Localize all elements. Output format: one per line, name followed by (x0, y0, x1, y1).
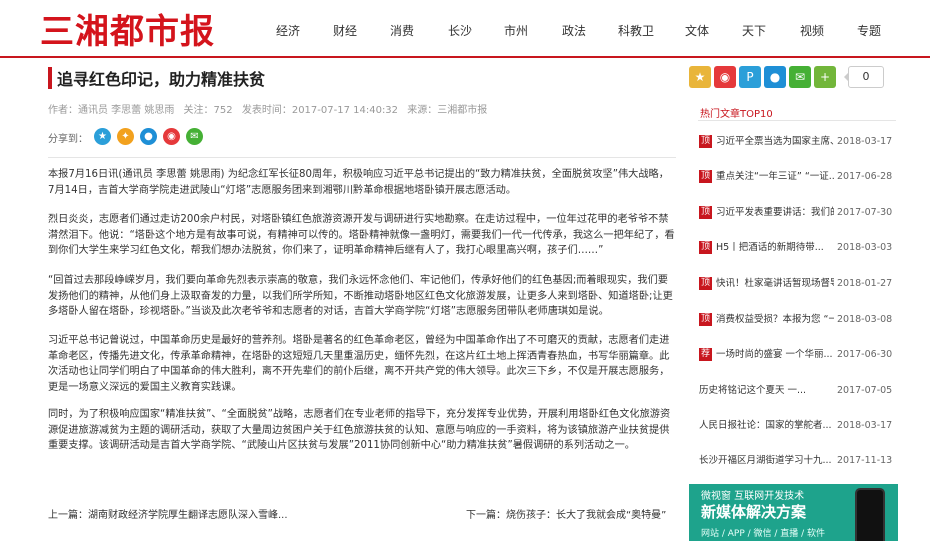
share-count: 0 (844, 66, 884, 88)
title-accent-bar (48, 67, 52, 89)
article-meta: 作者：通讯员 李思蕾 姚思雨 关注：752 发表时间：2017-07-17 14… (48, 101, 493, 116)
hot-article-title[interactable]: 快讯！杜家毫讲话暂现场督导... (716, 276, 834, 291)
hot-article-date: 2017-07-30 (837, 207, 893, 218)
hot-article-item[interactable]: 人民日报社论：国家的掌舵者... 2018-03-17 (699, 418, 897, 434)
phone-graphic-icon (855, 488, 885, 541)
ad-tagline: 微视窗 互联网开发技术 (701, 491, 805, 502)
ad-headline: 新媒体解决方案 (701, 503, 807, 521)
hot-article-item[interactable]: 顶 H5丨把酒话的新期待带... 2018-03-03 (699, 240, 897, 256)
hot-article-item[interactable]: 顶 习近平全票当选为国家主席、... 2018-03-17 (699, 134, 897, 150)
hot-tag: 顶 (699, 206, 712, 219)
hot-article-date: 2017-06-30 (837, 349, 893, 360)
ad-services: 网站 / APP / 微信 / 直播 / 软件 (701, 529, 826, 539)
share-label: 分享到： (48, 134, 88, 145)
article-paragraph: “回首过去那段峥嵘岁月，我们要向革命先烈表示崇高的敬意，我们永远怀念他们、牢记他… (48, 275, 673, 317)
article-paragraph: 习近平总书记曾说过，中国革命历史是最好的营养剂。塔卧是著名的红色革命老区，曾经为… (48, 335, 670, 393)
meta-author: 作者：通讯员 李思蕾 姚思雨 (48, 105, 175, 116)
article-paragraph: 本报7月16日讯(通讯员 李思蕾 姚思雨) 为纪念红军长征80周年，积极响应习近… (48, 169, 669, 196)
weibo-share-icon[interactable]: ◉ (163, 128, 180, 145)
nav-item-special[interactable]: 专题 (857, 22, 881, 39)
qzone-share-icon[interactable]: ★ (94, 128, 111, 145)
hot-article-date: 2017-07-05 (837, 385, 893, 396)
more-share-icon[interactable]: + (814, 66, 836, 88)
wechat-share-icon[interactable]: ✉ (789, 66, 811, 88)
site-header: 三湘都市报 经济 财经 消费 长沙 市州 政法 科教卫 文体 天下 视频 专题 (0, 0, 930, 58)
hot-article-item[interactable]: 荐 一场时尚的盛宴 一个华丽... 2017-06-30 (699, 347, 897, 363)
hot-article-title[interactable]: 消费权益受损？本报为您 “一... (716, 312, 834, 327)
nav-item-law[interactable]: 政法 (562, 22, 586, 39)
meta-source: 来源：三湘都市报 (407, 105, 488, 116)
sina-share-icon[interactable]: ✦ (117, 128, 134, 145)
qzone-share-icon[interactable]: ★ (689, 66, 711, 88)
nav-item-world[interactable]: 天下 (742, 22, 766, 39)
nav-item-edu[interactable]: 科教卫 (618, 22, 654, 39)
hot-article-item[interactable]: 顶 重点关注“一年三证” “一证... 2017-06-28 (699, 169, 897, 185)
hot-article-date: 2018-01-27 (837, 278, 893, 289)
site-logo[interactable]: 三湘都市报 (40, 10, 215, 54)
top10-divider (698, 120, 896, 121)
tencent-share-icon[interactable]: P (739, 66, 761, 88)
nav-item-economy[interactable]: 经济 (276, 22, 300, 39)
hot-article-date: 2018-03-03 (837, 242, 893, 253)
nav-item-consumer[interactable]: 消费 (390, 22, 414, 39)
weibo-share-icon[interactable]: ◉ (714, 66, 736, 88)
hot-tag: 顶 (699, 135, 712, 148)
hot-article-item[interactable]: 顶 快讯！杜家毫讲话暂现场督导... 2018-01-27 (699, 276, 897, 292)
hot-article-date: 2017-06-28 (837, 171, 893, 182)
hot-article-date: 2017-11-13 (837, 455, 893, 466)
hot-tag: 顶 (699, 277, 712, 290)
hot-article-title[interactable]: 长沙开福区月湖街道学习十九... (699, 453, 831, 468)
article-divider (48, 157, 676, 158)
hot-article-item[interactable]: 历史将铭记这个夏天 一... 2017-07-05 (699, 383, 897, 399)
hot-article-item[interactable]: 顶 消费权益受损？本报为您 “一... 2018-03-08 (699, 312, 897, 328)
hot-tag: 顶 (699, 241, 712, 254)
next-article-link[interactable]: 下一篇：烧伤孩子：长大了我就会成“奥特曼” (466, 506, 666, 521)
hot-article-title[interactable]: 历史将铭记这个夏天 一... (699, 383, 831, 398)
hot-article-title[interactable]: 人民日报社论：国家的掌舵者... (699, 418, 831, 433)
sidebar-ad-banner[interactable]: 微视窗 互联网开发技术 新媒体解决方案 网站 / APP / 微信 / 直播 /… (689, 484, 898, 541)
nav-item-video[interactable]: 视频 (800, 22, 824, 39)
meta-views: 关注：752 (183, 105, 233, 116)
hot-article-title[interactable]: 习近平全票当选为国家主席、... (716, 134, 834, 149)
hot-article-title[interactable]: 一场时尚的盛宴 一个华丽... (716, 347, 834, 362)
nav-item-changsha[interactable]: 长沙 (448, 22, 472, 39)
hot-article-date: 2018-03-08 (837, 314, 893, 325)
article-paragraph: 同时，为了积极响应国家“精准扶贫”、“全面脱贫”战略，志愿者们在专业老师的指导下… (48, 409, 671, 451)
hot-article-title[interactable]: 习近平发表重要讲话：我们的... (716, 205, 834, 220)
nav-item-culture[interactable]: 文体 (685, 22, 709, 39)
hot-tag: 顶 (699, 170, 712, 183)
prev-article-link[interactable]: 上一篇：湖南财政经济学院厚生翻译志愿队深入雪峰... (48, 506, 288, 521)
wechat-share-icon[interactable]: ✉ (186, 128, 203, 145)
qq-share-icon[interactable]: ● (764, 66, 786, 88)
hot-tag: 顶 (699, 313, 712, 326)
nav-item-finance[interactable]: 财经 (333, 22, 357, 39)
article-paragraph: 烈日炎炎，志愿者们通过走访200余户村民，对塔卧镇红色旅游资源开发与调研进行实地… (48, 214, 675, 256)
hot-article-date: 2018-03-17 (837, 136, 893, 147)
meta-published: 发表时间：2017-07-17 14:40:32 (241, 105, 399, 116)
hot-article-item[interactable]: 顶 习近平发表重要讲话：我们的... 2017-07-30 (699, 205, 897, 221)
top10-title: 热门文章TOP10 (700, 109, 773, 120)
hot-article-item[interactable]: 长沙开福区月湖街道学习十九... 2017-11-13 (699, 453, 897, 469)
article-title: 追寻红色印记，助力精准扶贫 (57, 70, 266, 89)
hot-article-title[interactable]: H5丨把酒话的新期待带... (716, 240, 834, 255)
nav-item-cities[interactable]: 市州 (504, 22, 528, 39)
recommend-tag: 荐 (699, 348, 712, 361)
qq-share-icon[interactable]: ● (140, 128, 157, 145)
hot-article-title[interactable]: 重点关注“一年三证” “一证... (716, 169, 834, 184)
hot-article-date: 2018-03-17 (837, 420, 893, 431)
